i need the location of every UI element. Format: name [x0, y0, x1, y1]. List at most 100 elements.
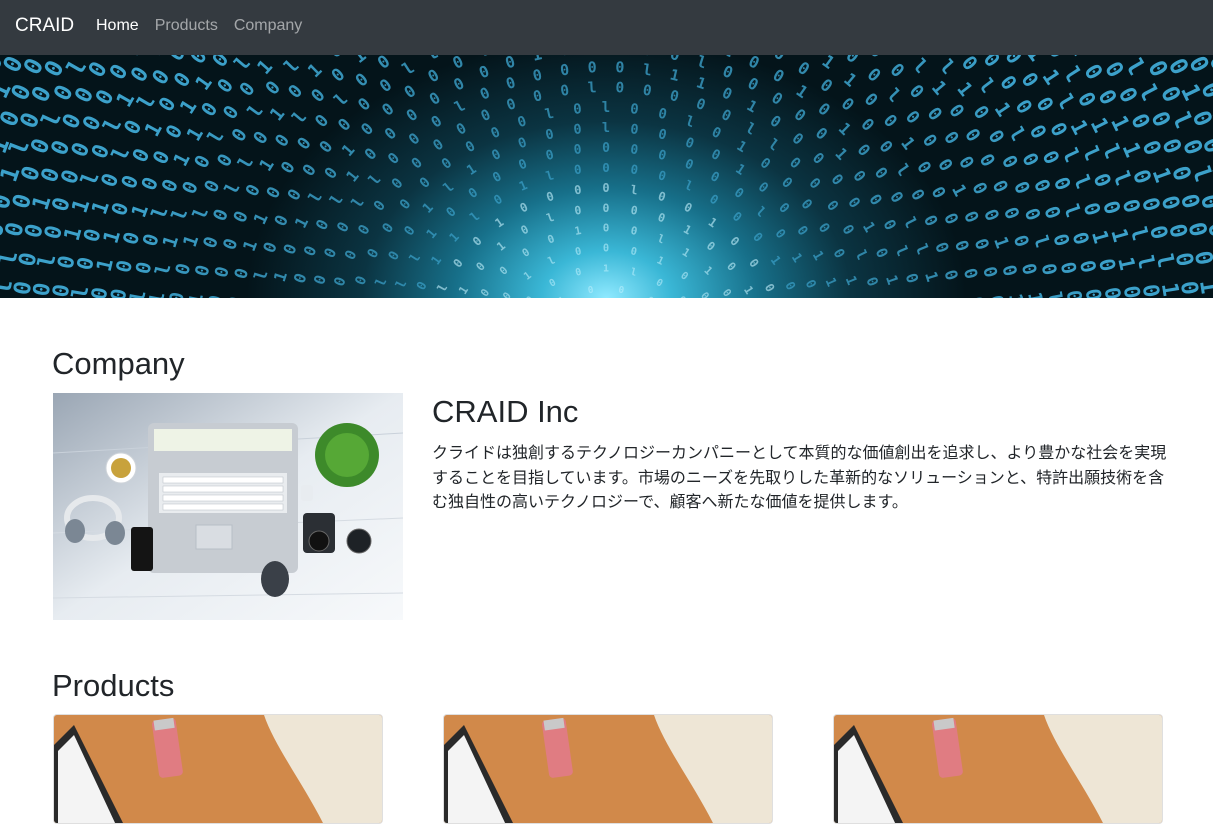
svg-text:0: 0	[629, 245, 638, 258]
svg-text:0: 0	[676, 294, 688, 298]
svg-text:0: 0	[668, 88, 680, 106]
svg-text:0: 0	[497, 264, 511, 278]
svg-text:0: 0	[284, 186, 305, 204]
svg-text:0: 0	[656, 189, 667, 205]
svg-text:0: 0	[668, 55, 681, 65]
svg-text:0: 0	[615, 58, 625, 76]
svg-text:0: 0	[213, 74, 239, 97]
svg-text:0: 0	[325, 55, 347, 63]
svg-text:0: 0	[719, 84, 734, 104]
svg-text:0: 0	[997, 263, 1020, 279]
svg-text:0: 0	[603, 222, 610, 235]
svg-text:0: 0	[249, 128, 272, 149]
svg-text:0: 0	[815, 220, 833, 236]
svg-text:0: 0	[517, 157, 530, 174]
svg-text:1: 1	[120, 55, 149, 60]
svg-text:0: 0	[918, 131, 940, 151]
svg-text:l: l	[452, 96, 469, 116]
svg-text:0: 0	[838, 222, 856, 238]
nav-link-company[interactable]: Company	[234, 17, 302, 35]
brand-link[interactable]: CRAID	[15, 15, 74, 37]
svg-text:0: 0	[224, 295, 246, 298]
svg-text:0: 0	[975, 151, 999, 171]
svg-text:0: 0	[430, 136, 446, 154]
svg-text:l: l	[656, 232, 667, 247]
svg-text:0: 0	[630, 161, 640, 177]
svg-text:0: 0	[1085, 55, 1114, 58]
svg-text:0: 0	[242, 181, 265, 200]
svg-text:0: 0	[745, 55, 762, 73]
svg-text:0: 0	[385, 248, 403, 263]
svg-text:0: 0	[857, 115, 878, 135]
svg-text:0: 0	[518, 222, 531, 238]
svg-text:1: 1	[492, 215, 506, 231]
nav-link-products[interactable]: Products	[155, 17, 218, 35]
svg-text:l: l	[900, 214, 921, 231]
svg-text:0: 0	[602, 160, 610, 175]
svg-text:0: 0	[311, 111, 333, 132]
svg-text:l: l	[642, 61, 653, 80]
svg-text:0: 0	[374, 55, 394, 74]
svg-text:l: l	[752, 204, 768, 220]
product-card[interactable]	[833, 714, 1163, 824]
svg-text:0: 0	[746, 256, 761, 270]
svg-text:0: 0	[284, 81, 307, 103]
svg-text:l: l	[721, 55, 737, 61]
svg-text:1: 1	[681, 222, 694, 238]
product-card[interactable]	[53, 714, 383, 824]
svg-text:0: 0	[231, 266, 253, 281]
svg-text:1: 1	[424, 226, 441, 242]
svg-text:0: 0	[907, 186, 928, 204]
svg-text:l: l	[230, 55, 255, 75]
svg-text:0: 0	[988, 177, 1012, 196]
svg-text:0: 0	[244, 296, 265, 298]
svg-text:0: 0	[862, 275, 880, 289]
svg-text:0: 0	[463, 138, 478, 156]
svg-text:0: 0	[342, 248, 360, 263]
svg-text:0: 0	[294, 134, 316, 154]
product-card[interactable]	[443, 714, 773, 824]
svg-text:0: 0	[532, 88, 544, 106]
svg-text:0: 0	[645, 295, 656, 298]
svg-text:l: l	[305, 188, 326, 206]
svg-text:0: 0	[454, 120, 470, 138]
svg-text:0: 0	[489, 124, 503, 142]
svg-text:l: l	[244, 101, 268, 123]
svg-text:l: l	[221, 179, 245, 198]
svg-text:l: l	[544, 106, 556, 123]
svg-text:1: 1	[428, 253, 445, 268]
svg-text:0: 0	[704, 238, 718, 253]
svg-text:0: 0	[642, 83, 653, 100]
svg-text:0: 0	[865, 191, 885, 209]
svg-text:0: 0	[516, 134, 529, 152]
svg-text:0: 0	[505, 96, 519, 114]
svg-text:0: 0	[333, 219, 353, 236]
svg-text:0: 0	[844, 194, 864, 212]
svg-text:1: 1	[574, 224, 583, 238]
svg-text:l: l	[630, 183, 639, 198]
svg-text:0: 0	[271, 212, 292, 229]
svg-text:0: 0	[444, 204, 460, 220]
svg-text:0: 0	[230, 208, 253, 226]
svg-text:0: 0	[886, 188, 907, 206]
svg-text:0: 0	[397, 196, 415, 213]
svg-text:0: 0	[745, 74, 762, 94]
svg-text:0: 0	[403, 105, 421, 125]
svg-text:0: 0	[709, 124, 723, 142]
svg-text:0: 0	[234, 77, 259, 100]
svg-text:0: 0	[587, 55, 597, 57]
nav-link-home[interactable]: Home	[96, 17, 139, 35]
svg-text:l: l	[399, 58, 418, 79]
svg-text:0: 0	[863, 65, 884, 87]
svg-text:0: 0	[871, 163, 892, 182]
svg-text:0: 0	[999, 204, 1023, 222]
svg-text:0: 0	[902, 271, 922, 286]
svg-text:1: 1	[240, 238, 262, 255]
svg-text:0: 0	[802, 278, 819, 292]
svg-text:l: l	[765, 136, 781, 154]
svg-text:1: 1	[744, 96, 761, 116]
svg-text:l: l	[546, 254, 557, 268]
svg-text:0: 0	[574, 267, 583, 279]
svg-text:0: 0	[970, 236, 992, 253]
svg-text:0: 0	[755, 179, 772, 196]
